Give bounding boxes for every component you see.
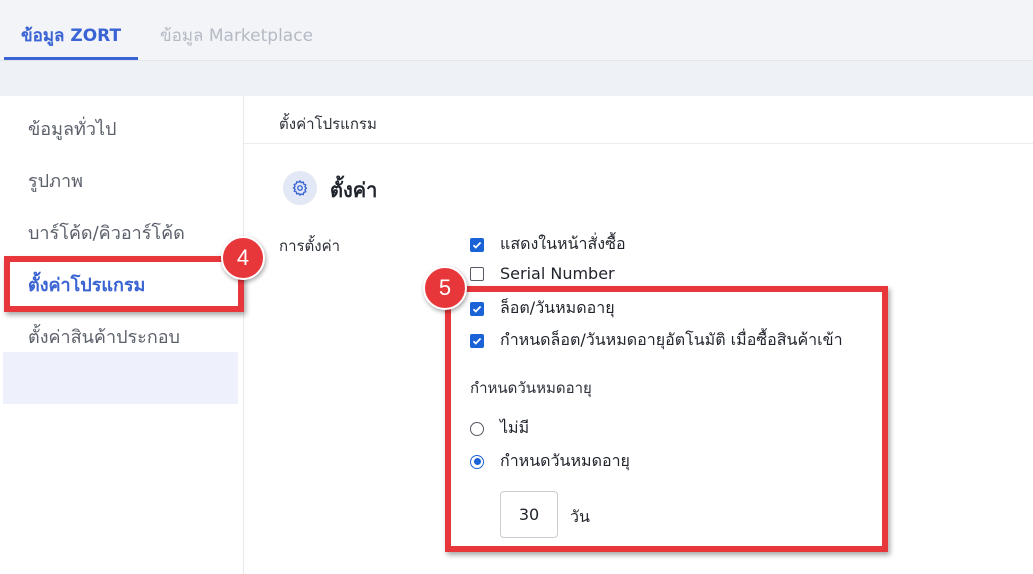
sidebar-active-background: [3, 352, 238, 404]
breadcrumb: ตั้งค่าโปรแกรม: [279, 115, 377, 133]
section-title: ตั้งค่า: [330, 178, 378, 202]
sidebar-item-barcode[interactable]: บาร์โค้ด/คิวอาร์โค้ด: [28, 218, 185, 247]
gear-icon: [283, 171, 317, 205]
active-tab-indicator: [4, 57, 138, 60]
checkbox-unchecked-icon[interactable]: [470, 266, 484, 281]
option-label: Serial Number: [500, 264, 615, 283]
option-show-on-purchase[interactable]: แสดงในหน้าสั่งซื้อ: [470, 232, 626, 257]
divider: [244, 143, 1033, 144]
top-tab-bar: ข้อมูล ZORT ข้อมูล Marketplace: [0, 0, 1033, 61]
step-badge-5: 5: [423, 266, 467, 310]
checkbox-checked-icon[interactable]: [470, 237, 484, 252]
sidebar-item-general[interactable]: ข้อมูลทั่วไป: [28, 114, 116, 143]
highlight-box-4: [4, 256, 244, 312]
sidebar-item-bundle-settings[interactable]: ตั้งค่าสินค้าประกอบ: [28, 322, 180, 351]
option-serial-number[interactable]: Serial Number: [470, 264, 615, 283]
sidebar-item-images[interactable]: รูปภาพ: [28, 166, 83, 195]
settings-field-label: การตั้งค่า: [279, 237, 341, 255]
option-label: แสดงในหน้าสั่งซื้อ: [500, 234, 626, 253]
sidebar: ข้อมูลทั่วไป รูปภาพ บาร์โค้ด/คิวอาร์โค้ด…: [0, 96, 244, 574]
tab-marketplace-info[interactable]: ข้อมูล Marketplace: [160, 22, 313, 49]
tab-zort-info[interactable]: ข้อมูล ZORT: [21, 22, 121, 49]
highlight-box-5: [445, 286, 888, 552]
step-badge-4: 4: [221, 236, 265, 280]
